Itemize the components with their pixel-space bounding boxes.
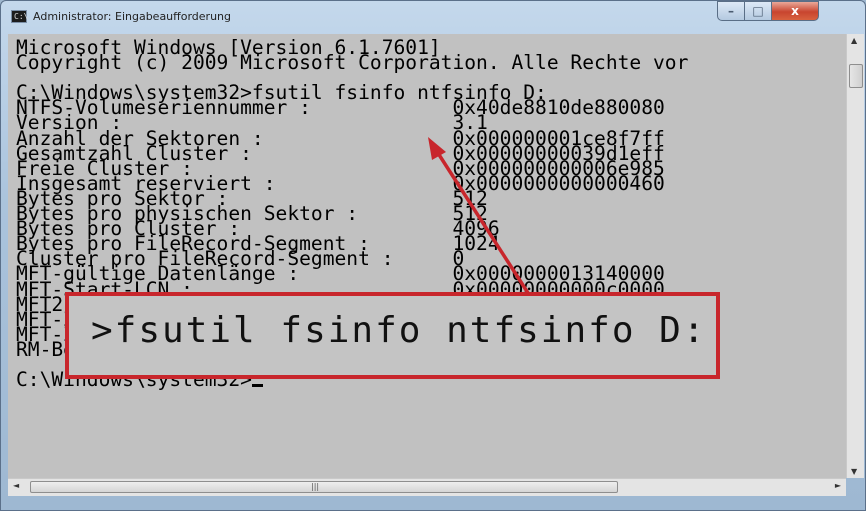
vertical-scroll-thumb[interactable] [849,64,863,88]
horizontal-scroll-thumb[interactable]: ||| [30,481,618,493]
console-line: Copyright (c) 2009 Microsoft Corporation… [16,51,689,75]
annotation-callout: >fsutil fsinfo ntfsinfo D: [65,292,720,379]
window-title: Administrator: Eingabeaufforderung [33,10,231,23]
maximize-icon: □ [752,4,764,18]
minimize-icon: – [728,4,734,18]
close-icon: x [791,4,799,18]
horizontal-scrollbar[interactable]: ◄ ||| ► [8,478,846,496]
cmd-icon-glyph: C:\ [14,12,29,21]
title-bar[interactable]: C:\ Administrator: Eingabeaufforderung –… [1,1,865,33]
console-output[interactable]: Microsoft Windows [Version 6.1.7601] Cop… [8,34,846,494]
scroll-up-icon[interactable]: ▲ [851,36,857,45]
console-window: C:\ Administrator: Eingabeaufforderung –… [0,0,866,511]
vertical-scrollbar[interactable]: ▲ ▼ [846,34,864,478]
scroll-down-icon[interactable]: ▼ [851,467,857,476]
maximize-button[interactable]: □ [744,1,772,21]
grip-icon: ||| [311,482,320,491]
scroll-right-icon[interactable]: ► [835,481,841,490]
text-cursor [251,384,263,388]
scroll-left-icon[interactable]: ◄ [13,481,19,490]
annotation-text: >fsutil fsinfo ntfsinfo D: [91,310,707,351]
minimize-button[interactable]: – [717,1,745,21]
close-button[interactable]: x [771,1,819,21]
cmd-icon[interactable]: C:\ [11,10,29,23]
